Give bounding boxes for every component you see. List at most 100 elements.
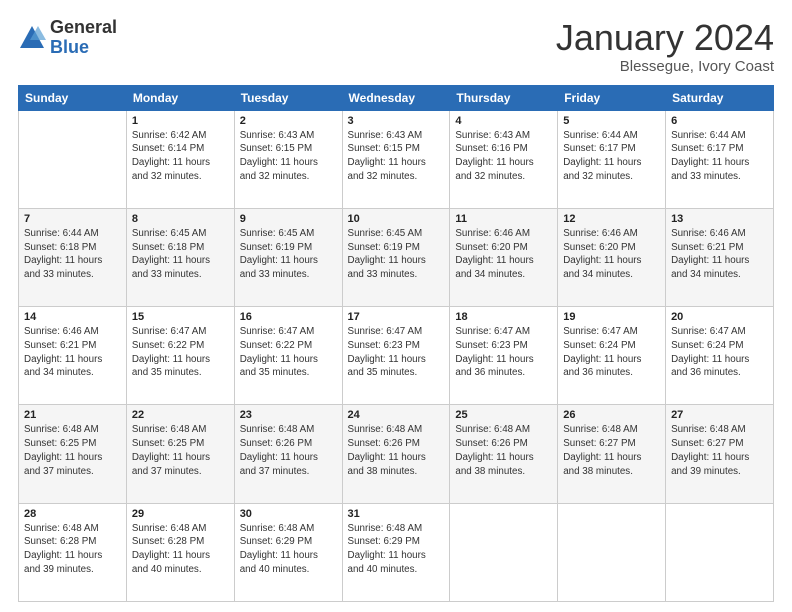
header-monday: Monday — [126, 85, 234, 110]
calendar-cell — [666, 503, 774, 601]
calendar-cell: 25Sunrise: 6:48 AM Sunset: 6:26 PM Dayli… — [450, 405, 558, 503]
day-number: 10 — [348, 213, 445, 225]
logo-general: General — [50, 18, 117, 38]
logo-blue: Blue — [50, 38, 117, 58]
calendar-cell: 31 Sunrise: 6:48 AM Sunset: 6:29 PM Dayli… — [342, 503, 450, 601]
calendar-cell: 7 Sunrise: 6:44 AM Sunset: 6:18 PM Daylig… — [19, 208, 127, 306]
day-info: Sunrise: 6:47 AM Sunset: 6:23 PM Dayligh… — [348, 325, 445, 380]
day-info: Sunrise: 6:47 AM Sunset: 6:24 PM Dayligh… — [563, 325, 660, 380]
day-info: Sunrise: 6:48 AM Sunset: 6:29 PM Dayligh… — [240, 522, 337, 577]
logo: General Blue — [18, 18, 117, 58]
day-number: 22 — [132, 409, 229, 421]
calendar-cell: 18 Sunrise: 6:47 AM Sunset: 6:23 PM Dayli… — [450, 307, 558, 405]
calendar-cell: 30 Sunrise: 6:48 AM Sunset: 6:29 PM Dayli… — [234, 503, 342, 601]
day-info: Sunrise: 6:48 AM Sunset: 6:29 PM Dayligh… — [348, 522, 445, 577]
day-number: 18 — [455, 311, 552, 323]
calendar-cell: 13Sunrise: 6:46 AM Sunset: 6:21 PM Dayli… — [666, 208, 774, 306]
day-info: Sunrise: 6:43 AM Sunset: 6:15 PM Dayligh… — [348, 129, 445, 184]
day-number: 30 — [240, 508, 337, 520]
day-info: Sunrise: 6:42 AM Sunset: 6:14 PM Dayligh… — [132, 129, 229, 184]
day-info: Sunrise: 6:47 AM Sunset: 6:22 PM Dayligh… — [240, 325, 337, 380]
day-info: Sunrise: 6:44 AM Sunset: 6:17 PM Dayligh… — [671, 129, 768, 184]
day-info: Sunrise: 6:48 AM Sunset: 6:26 PM Dayligh… — [348, 423, 445, 478]
day-number: 1 — [132, 115, 229, 127]
calendar-cell: 8 Sunrise: 6:45 AM Sunset: 6:18 PM Daylig… — [126, 208, 234, 306]
day-number: 8 — [132, 213, 229, 225]
month-title: January 2024 — [556, 18, 774, 58]
day-number: 12 — [563, 213, 660, 225]
day-number: 14 — [24, 311, 121, 323]
day-info: Sunrise: 6:44 AM Sunset: 6:18 PM Dayligh… — [24, 227, 121, 282]
day-info: Sunrise: 6:48 AM Sunset: 6:27 PM Dayligh… — [563, 423, 660, 478]
day-number: 20 — [671, 311, 768, 323]
day-info: Sunrise: 6:45 AM Sunset: 6:19 PM Dayligh… — [240, 227, 337, 282]
title-block: January 2024 Blessegue, Ivory Coast — [556, 18, 774, 75]
day-number: 23 — [240, 409, 337, 421]
day-info: Sunrise: 6:48 AM Sunset: 6:26 PM Dayligh… — [240, 423, 337, 478]
calendar-cell: 26 Sunrise: 6:48 AM Sunset: 6:27 PM Dayli… — [558, 405, 666, 503]
day-number: 7 — [24, 213, 121, 225]
day-info: Sunrise: 6:48 AM Sunset: 6:27 PM Dayligh… — [671, 423, 768, 478]
calendar-cell: 23 Sunrise: 6:48 AM Sunset: 6:26 PM Dayli… — [234, 405, 342, 503]
calendar-header-row: SundayMondayTuesdayWednesdayThursdayFrid… — [19, 85, 774, 110]
header-saturday: Saturday — [666, 85, 774, 110]
calendar-cell: 14Sunrise: 6:46 AM Sunset: 6:21 PM Dayli… — [19, 307, 127, 405]
day-number: 26 — [563, 409, 660, 421]
day-number: 15 — [132, 311, 229, 323]
header: General Blue January 2024 Blessegue, Ivo… — [18, 18, 774, 75]
day-info: Sunrise: 6:48 AM Sunset: 6:25 PM Dayligh… — [132, 423, 229, 478]
day-number: 29 — [132, 508, 229, 520]
calendar-cell: 16 Sunrise: 6:47 AM Sunset: 6:22 PM Dayli… — [234, 307, 342, 405]
day-number: 6 — [671, 115, 768, 127]
day-info: Sunrise: 6:48 AM Sunset: 6:28 PM Dayligh… — [24, 522, 121, 577]
logo-icon — [18, 24, 46, 52]
header-tuesday: Tuesday — [234, 85, 342, 110]
calendar-cell: 9 Sunrise: 6:45 AM Sunset: 6:19 PM Daylig… — [234, 208, 342, 306]
day-info: Sunrise: 6:46 AM Sunset: 6:20 PM Dayligh… — [563, 227, 660, 282]
calendar-cell: 11Sunrise: 6:46 AM Sunset: 6:20 PM Dayli… — [450, 208, 558, 306]
day-number: 21 — [24, 409, 121, 421]
logo-text: General Blue — [50, 18, 117, 58]
day-info: Sunrise: 6:45 AM Sunset: 6:19 PM Dayligh… — [348, 227, 445, 282]
day-number: 19 — [563, 311, 660, 323]
calendar-cell: 17 Sunrise: 6:47 AM Sunset: 6:23 PM Dayli… — [342, 307, 450, 405]
calendar-cell — [450, 503, 558, 601]
day-number: 5 — [563, 115, 660, 127]
day-number: 28 — [24, 508, 121, 520]
header-thursday: Thursday — [450, 85, 558, 110]
week-row-1: 1 Sunrise: 6:42 AM Sunset: 6:14 PM Daylig… — [19, 110, 774, 208]
day-number: 4 — [455, 115, 552, 127]
day-number: 17 — [348, 311, 445, 323]
day-number: 2 — [240, 115, 337, 127]
calendar-table: SundayMondayTuesdayWednesdayThursdayFrid… — [18, 85, 774, 602]
calendar-cell: 28 Sunrise: 6:48 AM Sunset: 6:28 PM Dayli… — [19, 503, 127, 601]
day-info: Sunrise: 6:48 AM Sunset: 6:26 PM Dayligh… — [455, 423, 552, 478]
calendar-cell — [558, 503, 666, 601]
calendar-cell: 10 Sunrise: 6:45 AM Sunset: 6:19 PM Dayli… — [342, 208, 450, 306]
header-sunday: Sunday — [19, 85, 127, 110]
calendar-cell: 22 Sunrise: 6:48 AM Sunset: 6:25 PM Dayli… — [126, 405, 234, 503]
header-wednesday: Wednesday — [342, 85, 450, 110]
day-info: Sunrise: 6:44 AM Sunset: 6:17 PM Dayligh… — [563, 129, 660, 184]
calendar-cell: 2 Sunrise: 6:43 AM Sunset: 6:15 PM Daylig… — [234, 110, 342, 208]
calendar-cell: 27Sunrise: 6:48 AM Sunset: 6:27 PM Dayli… — [666, 405, 774, 503]
day-info: Sunrise: 6:47 AM Sunset: 6:24 PM Dayligh… — [671, 325, 768, 380]
calendar-cell: 15 Sunrise: 6:47 AM Sunset: 6:22 PM Dayli… — [126, 307, 234, 405]
week-row-2: 7 Sunrise: 6:44 AM Sunset: 6:18 PM Daylig… — [19, 208, 774, 306]
calendar-cell: 21Sunrise: 6:48 AM Sunset: 6:25 PM Dayli… — [19, 405, 127, 503]
day-number: 3 — [348, 115, 445, 127]
day-number: 9 — [240, 213, 337, 225]
day-info: Sunrise: 6:46 AM Sunset: 6:20 PM Dayligh… — [455, 227, 552, 282]
day-info: Sunrise: 6:45 AM Sunset: 6:18 PM Dayligh… — [132, 227, 229, 282]
calendar-cell: 1 Sunrise: 6:42 AM Sunset: 6:14 PM Daylig… — [126, 110, 234, 208]
day-info: Sunrise: 6:47 AM Sunset: 6:23 PM Dayligh… — [455, 325, 552, 380]
week-row-5: 28 Sunrise: 6:48 AM Sunset: 6:28 PM Dayli… — [19, 503, 774, 601]
calendar-cell: 5 Sunrise: 6:44 AM Sunset: 6:17 PM Daylig… — [558, 110, 666, 208]
location: Blessegue, Ivory Coast — [556, 58, 774, 75]
week-row-4: 21 Sunrise: 6:48 AM Sunset: 6:25 PM Dayli… — [19, 405, 774, 503]
day-number: 16 — [240, 311, 337, 323]
day-info: Sunrise: 6:48 AM Sunset: 6:28 PM Dayligh… — [132, 522, 229, 577]
day-info: Sunrise: 6:47 AM Sunset: 6:22 PM Dayligh… — [132, 325, 229, 380]
day-info: Sunrise: 6:43 AM Sunset: 6:15 PM Dayligh… — [240, 129, 337, 184]
day-number: 31 — [348, 508, 445, 520]
